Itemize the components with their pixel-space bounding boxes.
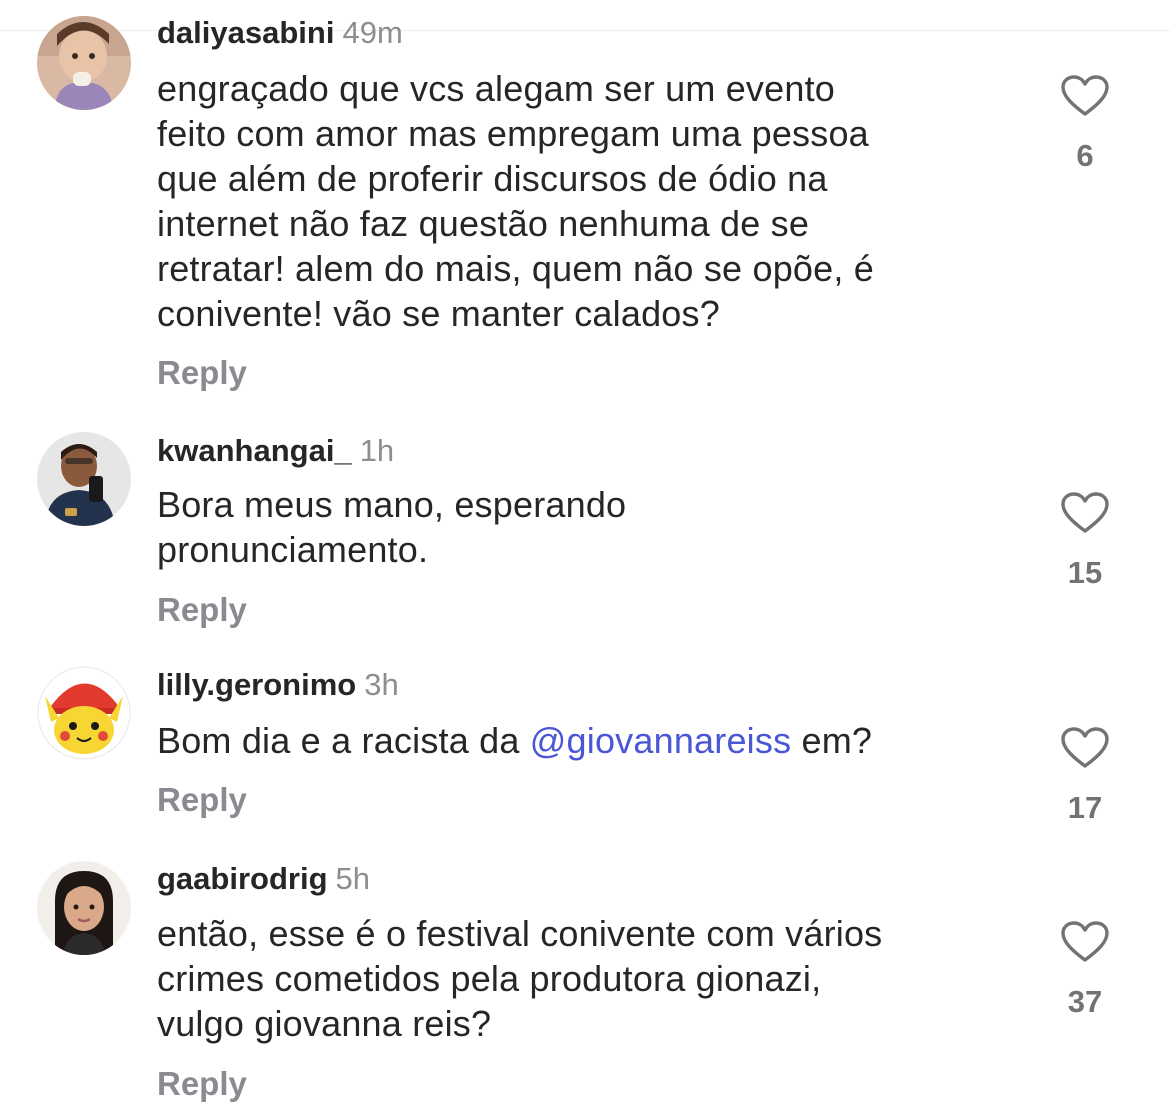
comment-text-part: em? bbox=[791, 720, 873, 761]
reply-button[interactable]: Reply bbox=[157, 590, 247, 630]
comment-line: vulgo giovanna reis? bbox=[157, 1003, 492, 1044]
avatar-photo-child bbox=[37, 16, 131, 110]
reply-button[interactable]: Reply bbox=[157, 353, 247, 393]
like-count: 6 bbox=[1076, 138, 1094, 173]
comment-line: conivente! vão se manter calados? bbox=[157, 293, 720, 334]
avatar[interactable] bbox=[37, 16, 131, 110]
username[interactable]: gaabirodrig bbox=[157, 861, 328, 896]
avatar[interactable] bbox=[37, 861, 131, 955]
comment-line: crimes cometidos pela produtora gionazi, bbox=[157, 958, 822, 999]
comment-text: engraçado que vcs alegam ser um evento f… bbox=[157, 66, 1017, 336]
comment-meta: daliyasabini 49m bbox=[157, 14, 403, 52]
heart-outline-icon bbox=[1061, 727, 1109, 768]
timestamp: 1h bbox=[359, 433, 395, 468]
timestamp: 5h bbox=[335, 861, 370, 896]
like-button[interactable]: 15 bbox=[1045, 491, 1125, 591]
heart-outline-icon bbox=[1061, 75, 1109, 116]
comment-line: internet não faz questão nenhuma de se bbox=[157, 203, 810, 244]
like-button[interactable]: 17 bbox=[1045, 726, 1125, 826]
like-button[interactable]: 37 bbox=[1045, 920, 1125, 1020]
avatar[interactable] bbox=[37, 666, 131, 760]
like-count: 15 bbox=[1067, 555, 1103, 590]
comment-text: Bora meus mano, esperando pronunciamento… bbox=[157, 482, 1017, 572]
username[interactable]: kwanhangai_ bbox=[157, 433, 352, 468]
heart-outline-icon bbox=[1061, 921, 1109, 962]
comment-text: Bom dia e a racista da @giovannareiss em… bbox=[157, 718, 1017, 763]
comment-line: retratar! alem do mais, quem não se opõe… bbox=[157, 248, 874, 289]
comment-line: Bom dia e a racista da @giovannareiss em… bbox=[157, 718, 1017, 763]
mention-link[interactable]: @giovannareiss bbox=[530, 720, 791, 761]
like-count: 17 bbox=[1067, 790, 1103, 825]
comment-text-part: Bom dia e a racista da bbox=[157, 720, 530, 761]
comment-line: Bora meus mano, esperando bbox=[157, 484, 627, 525]
comment-line: então, esse é o festival conivente com v… bbox=[157, 913, 883, 954]
avatar-photo-woman bbox=[37, 861, 131, 955]
username[interactable]: daliyasabini bbox=[157, 15, 334, 50]
username[interactable]: lilly.geronimo bbox=[157, 667, 356, 702]
comment-line: feito com amor mas empregam uma pessoa bbox=[157, 113, 869, 154]
comment-meta: kwanhangai_ 1h bbox=[157, 432, 394, 470]
timestamp: 3h bbox=[364, 667, 399, 702]
like-button[interactable]: 6 bbox=[1045, 74, 1125, 174]
like-count: 37 bbox=[1067, 984, 1103, 1019]
comment-text: então, esse é o festival conivente com v… bbox=[157, 911, 1017, 1046]
avatar[interactable] bbox=[37, 432, 131, 526]
avatar-pikachu-cartoon bbox=[37, 666, 131, 760]
avatar-photo-man-selfie bbox=[37, 432, 131, 526]
comment-meta: gaabirodrig 5h bbox=[157, 860, 370, 898]
heart-outline-icon bbox=[1061, 492, 1109, 533]
comment-line: pronunciamento. bbox=[157, 529, 429, 570]
comment-meta: lilly.geronimo 3h bbox=[157, 666, 399, 704]
reply-button[interactable]: Reply bbox=[157, 780, 247, 820]
comment-line: que além de proferir discursos de ódio n… bbox=[157, 158, 828, 199]
timestamp: 49m bbox=[342, 15, 403, 50]
reply-button[interactable]: Reply bbox=[157, 1064, 247, 1104]
comment-line: engraçado que vcs alegam ser um evento bbox=[157, 68, 835, 109]
